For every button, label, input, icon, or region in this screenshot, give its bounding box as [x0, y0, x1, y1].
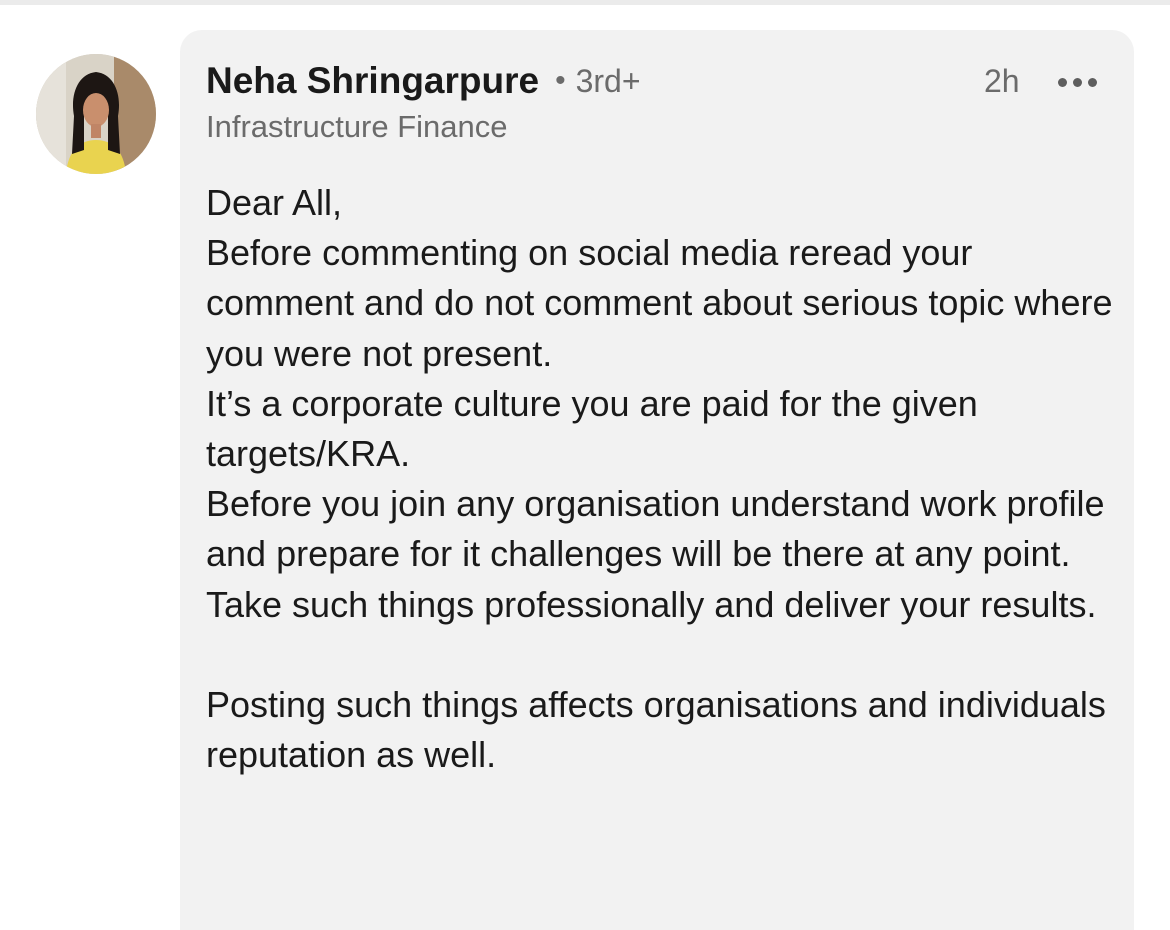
avatar[interactable]	[36, 54, 156, 174]
author-headline: Infrastructure Finance	[206, 109, 508, 144]
separator-dot: •	[555, 64, 566, 97]
more-options-button[interactable]	[1050, 62, 1104, 102]
comment-text: Dear All, Before commenting on social me…	[206, 182, 1113, 776]
comment-header: Neha Shringarpure • 3rd+	[206, 58, 641, 104]
top-divider	[0, 0, 1170, 5]
connection-degree: 3rd+	[575, 62, 641, 99]
ellipsis-icon	[1087, 77, 1097, 87]
author-name[interactable]: Neha Shringarpure	[206, 60, 539, 102]
ellipsis-icon	[1057, 77, 1067, 87]
comment-timestamp: 2h	[984, 63, 1020, 99]
ellipsis-icon	[1072, 77, 1082, 87]
profile-photo-icon	[36, 54, 156, 174]
